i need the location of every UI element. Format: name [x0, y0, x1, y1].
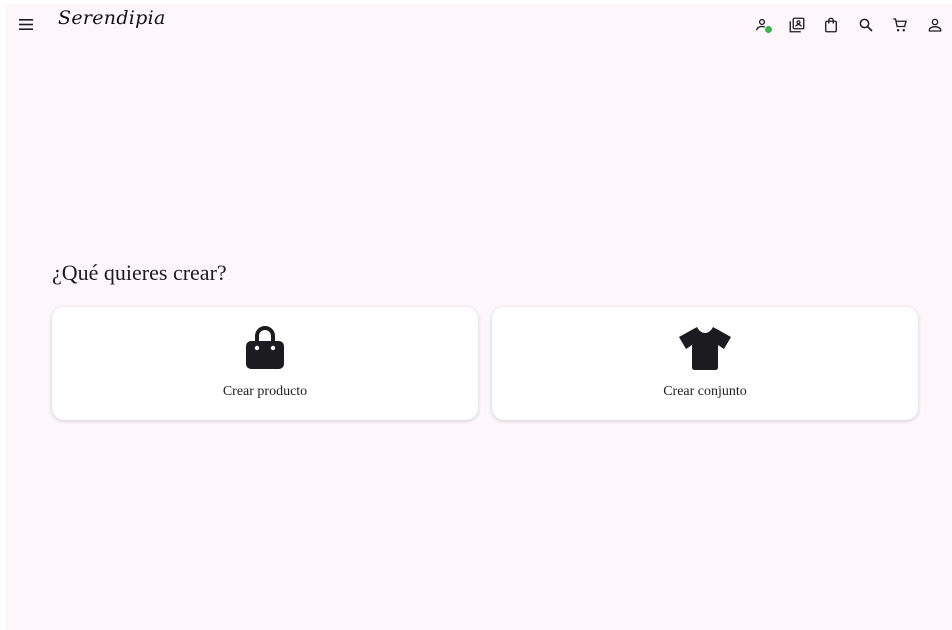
cart-button[interactable]	[883, 13, 918, 37]
create-product-card[interactable]: Crear producto	[52, 307, 478, 420]
shopping-bag-icon	[825, 17, 838, 33]
add-badge	[764, 25, 773, 34]
tshirt-icon	[679, 327, 731, 370]
app-window: Serendipia ¿Qué quieres crear? Crear pro…	[6, 4, 952, 630]
menu-icon	[19, 18, 33, 30]
account-button[interactable]	[918, 13, 952, 37]
top-app-bar: Serendipia	[6, 4, 952, 46]
toolbar-actions	[745, 13, 952, 37]
create-product-label: Crear producto	[222, 384, 308, 399]
menu-button[interactable]	[16, 14, 36, 34]
search-icon	[859, 18, 873, 32]
photo-album-icon	[789, 17, 805, 33]
shopping-bag-icon	[246, 326, 284, 369]
photo-album-button[interactable]	[780, 13, 815, 37]
search-button[interactable]	[849, 13, 884, 37]
app-logo[interactable]: Serendipia	[58, 7, 166, 29]
bag-button[interactable]	[814, 13, 849, 37]
add-user-button[interactable]	[745, 13, 780, 37]
cart-icon	[893, 18, 908, 32]
create-outfit-card[interactable]: Crear conjunto	[492, 307, 918, 420]
page-title: ¿Qué quieres crear?	[52, 260, 227, 285]
create-outfit-label: Crear conjunto	[663, 384, 747, 399]
account-icon	[928, 18, 942, 32]
